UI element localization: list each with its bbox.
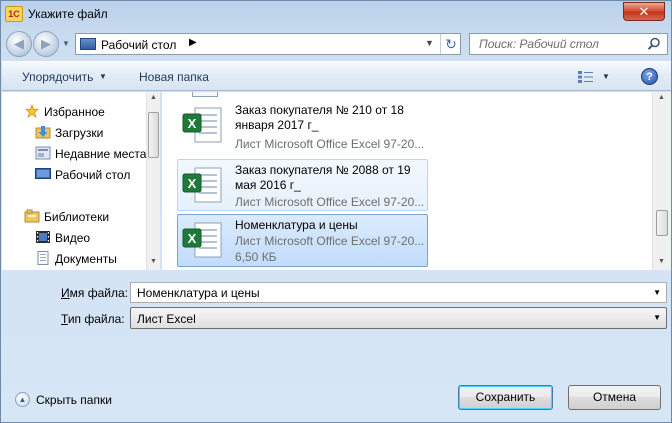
scroll-down-icon[interactable]: ▼ xyxy=(150,258,157,265)
cancel-button[interactable]: Отмена xyxy=(568,385,661,410)
save-form: Имя файла: ▼ Тип файла: Лист Excel ▼ ▲ С… xyxy=(2,271,671,422)
recent-places-icon xyxy=(35,146,51,160)
refresh-button[interactable]: ↻ xyxy=(440,34,461,54)
close-button[interactable]: ✕ xyxy=(623,2,665,21)
search-icon[interactable] xyxy=(647,37,661,51)
app-1c-icon: 1С xyxy=(5,6,23,22)
filename-dropdown-icon[interactable]: ▼ xyxy=(653,288,661,297)
sidebar-item-label: Документы xyxy=(55,252,117,266)
filetype-label: Тип файла: xyxy=(61,312,125,326)
navigation-bar: ◀ ▶ ▼ Рабочий стол ▶ ▼ ↻ xyxy=(1,29,671,59)
change-view-icon[interactable] xyxy=(578,71,594,83)
navigation-pane: Избранное Загрузки Недавние места Рабочи… xyxy=(2,92,160,270)
back-button[interactable]: ◀ xyxy=(6,31,32,57)
file-type: Лист Microsoft Office Excel 97-20... xyxy=(235,234,425,248)
file-list-pane: X Заказ покупателя № 210 от 18 января 20… xyxy=(162,92,671,270)
forward-button[interactable]: ▶ xyxy=(33,31,59,57)
file-name: Заказ покупателя № 2088 от 19 мая 2016 г… xyxy=(235,163,411,192)
sidebar-item-label: Библиотеки xyxy=(44,210,110,224)
sidebar-item-label: Избранное xyxy=(44,105,105,119)
save-file-dialog: 1С Укажите файл ✕ ◀ ▶ ▼ Рабочий стол ▶ ▼… xyxy=(0,0,672,423)
svg-text:X: X xyxy=(188,116,197,131)
scroll-up-icon[interactable]: ▲ xyxy=(150,94,157,101)
organize-button[interactable]: Упорядочить xyxy=(22,70,93,84)
filename-input[interactable] xyxy=(131,283,641,302)
sidebar-item-label: Загрузки xyxy=(55,126,104,140)
file-type: Лист Microsoft Office Excel 97-20... xyxy=(235,195,425,209)
excel-file-icon: X xyxy=(182,107,222,143)
excel-file-icon: X xyxy=(182,167,222,203)
hide-folders-label: Скрыть папки xyxy=(36,393,112,407)
file-item-partial[interactable] xyxy=(177,92,428,98)
scroll-up-icon[interactable]: ▲ xyxy=(658,94,665,101)
command-toolbar: Упорядочить ▼ Новая папка ▼ ? xyxy=(2,61,671,91)
address-bar[interactable]: Рабочий стол ▶ ▼ ↻ xyxy=(75,33,461,55)
desktop-icon xyxy=(35,168,51,179)
file-icon xyxy=(192,92,218,97)
chevron-up-icon: ▲ xyxy=(15,392,30,407)
search-input[interactable] xyxy=(470,34,642,54)
filetype-select[interactable]: Лист Excel ▼ xyxy=(130,307,667,329)
help-icon[interactable]: ? xyxy=(641,68,658,85)
filename-label: Имя файла: xyxy=(61,286,128,300)
star-icon xyxy=(24,104,40,118)
sidebar-item-label: Рабочий стол xyxy=(55,168,131,182)
sidebar-item-label: Недавние места xyxy=(55,147,147,161)
video-icon xyxy=(36,231,50,243)
excel-file-icon: X xyxy=(182,222,222,258)
scrollbar-thumb[interactable] xyxy=(656,210,668,236)
title-bar[interactable]: 1С Укажите файл ✕ xyxy=(1,1,671,29)
organize-dropdown-icon[interactable]: ▼ xyxy=(99,72,107,81)
save-button[interactable]: Сохранить xyxy=(458,385,553,410)
svg-text:X: X xyxy=(188,176,197,191)
filename-field[interactable]: ▼ xyxy=(130,282,667,303)
file-list-scrollbar[interactable]: ▲ ▼ xyxy=(652,92,671,270)
sidebar-item-label: Видео xyxy=(55,231,91,245)
navigation-pane-scrollbar[interactable]: ▲ ▼ xyxy=(146,92,160,270)
downloads-icon xyxy=(35,126,51,139)
search-box[interactable] xyxy=(469,33,668,55)
scroll-down-icon[interactable]: ▼ xyxy=(658,258,665,265)
file-type: Лист Microsoft Office Excel 97-20... xyxy=(235,137,425,151)
file-item[interactable]: X Заказ покупателя № 2088 от 19 мая 2016… xyxy=(177,159,428,211)
window-title: Укажите файл xyxy=(28,7,108,21)
breadcrumb-chevron-icon[interactable]: ▶ xyxy=(189,37,197,48)
file-item[interactable]: X Заказ покупателя № 210 от 18 января 20… xyxy=(177,99,428,157)
file-size: 6,50 КБ xyxy=(235,250,277,264)
libraries-icon xyxy=(24,209,40,223)
svg-text:X: X xyxy=(188,231,197,246)
address-dropdown-button[interactable]: ▼ xyxy=(425,38,434,48)
filetype-dropdown-icon[interactable]: ▼ xyxy=(653,313,661,322)
view-options-dropdown-icon[interactable]: ▼ xyxy=(602,72,610,81)
documents-icon xyxy=(37,251,49,265)
desktop-icon xyxy=(80,38,96,50)
breadcrumb-desktop[interactable]: Рабочий стол xyxy=(101,38,176,52)
file-name: Заказ покупателя № 210 от 18 января 2017… xyxy=(235,103,404,132)
recent-locations-dropdown[interactable]: ▼ xyxy=(62,39,70,48)
file-name: Номенклатура и цены xyxy=(235,218,358,232)
filetype-value: Лист Excel xyxy=(137,312,196,326)
file-item-selected[interactable]: X Номенклатура и цены Лист Microsoft Off… xyxy=(177,214,428,267)
new-folder-button[interactable]: Новая папка xyxy=(139,70,209,84)
scrollbar-thumb[interactable] xyxy=(148,112,159,158)
